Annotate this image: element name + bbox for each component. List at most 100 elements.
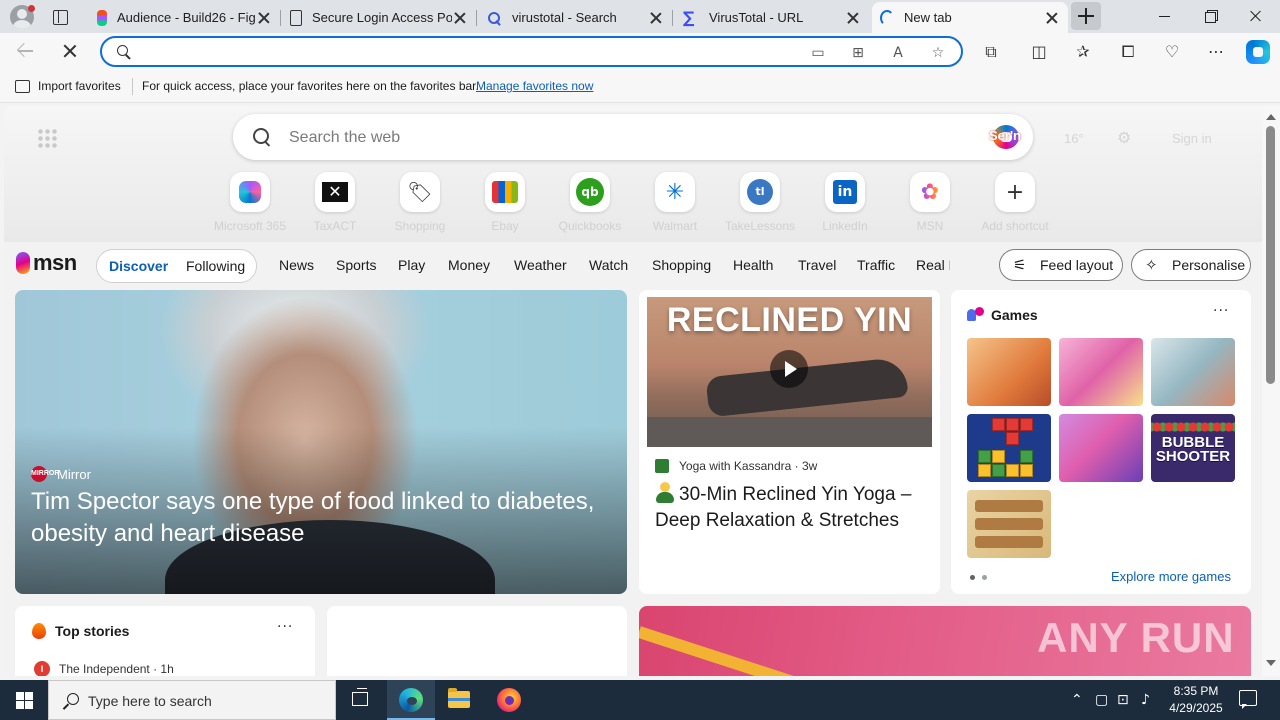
msn-logo[interactable]: msn [16,250,77,276]
feed-layout-button[interactable]: ⚟ Feed layout [999,249,1123,281]
favorite-star-icon[interactable]: ☆ [929,44,947,62]
tab-virustotal-url[interactable]: ∑ VirusTotal - URL [675,2,869,33]
shortcut-quickbooks[interactable]: qb Quickbooks [550,172,630,233]
shortcut-msn[interactable]: ✿ MSN [890,172,970,233]
article-title[interactable]: Tim Spector says one type of food linked… [31,486,621,550]
extensions-icon[interactable]: ⧉ [981,42,1001,62]
weather-temp[interactable]: 16° [1064,131,1084,146]
tab-following[interactable]: Following [186,258,245,274]
nav-news[interactable]: News [279,257,314,273]
nav-play[interactable]: Play [398,257,425,273]
tab-new-tab[interactable]: New tab [872,2,1068,33]
game-tile[interactable] [1059,338,1143,406]
close-tab-icon[interactable] [845,10,861,26]
tab-discover[interactable]: Discover [109,258,168,274]
nav-shopping[interactable]: Shopping [652,257,711,273]
video-article-card[interactable]: RECLINED YIN Yoga with Kassandra · 3w 30… [639,290,940,594]
explore-more-games-link[interactable]: Explore more games [1111,569,1231,584]
network-icon[interactable]: ⊡ [1117,691,1129,709]
nav-weather[interactable]: Weather [514,257,567,273]
tab-secure-login[interactable]: Secure Login Access Port [282,2,477,33]
nav-sports[interactable]: Sports [336,257,376,273]
notifications-icon[interactable] [1239,690,1257,709]
stop-loading-button[interactable] [60,42,80,62]
address-input[interactable] [138,42,798,62]
add-shortcut-button[interactable]: + Add shortcut [975,172,1055,233]
split-screen-icon[interactable]: ◫ [1029,42,1049,62]
game-tile[interactable] [967,414,1051,482]
web-search-input[interactable] [289,127,929,149]
device-icon[interactable]: ▢ [1095,691,1108,709]
restore-button[interactable] [1187,0,1233,32]
article-title[interactable]: 30-Min Reclined Yin Yoga – Deep Relaxati… [655,482,930,534]
taskbar-edge[interactable] [387,680,435,720]
close-tab-icon[interactable] [452,10,468,26]
hero-article-card[interactable]: MIRROR Mirror Tim Spector says one type … [15,290,627,594]
taskbar-search-box[interactable]: Type here to search [48,680,336,720]
image-article-card[interactable]: ANY RUN [639,606,1251,676]
import-favorites-icon[interactable] [15,80,30,93]
nav-real-estate[interactable]: Real E [916,257,950,273]
device-cast-icon[interactable]: ▭ [809,44,827,62]
more-options-icon[interactable]: ··· [1213,303,1229,319]
nav-money[interactable]: Money [448,257,490,273]
tab-virustotal-search[interactable]: virustotal - Search [478,2,673,33]
loading-icon [880,9,894,26]
more-options-icon[interactable]: ··· [277,619,293,635]
shortcut-microsoft-365[interactable]: Microsoft 365 [210,172,290,233]
collections-icon[interactable]: ⧠ [1118,42,1138,62]
taskbar-file-explorer[interactable] [435,680,483,720]
game-tile[interactable] [1151,338,1235,406]
tab-figma[interactable]: Audience - Build26 - Fig [86,2,281,33]
close-tab-icon[interactable] [648,10,664,26]
close-tab-icon[interactable] [256,10,272,26]
nav-traffic[interactable]: Traffic [857,257,895,273]
shortcut-takelessons[interactable]: tl TakeLessons [720,172,800,233]
game-tile[interactable] [967,490,1051,558]
page-scrollbar[interactable] [1262,106,1280,676]
nav-health[interactable]: Health [733,257,773,273]
system-clock[interactable]: 8:35 PM 4/29/2025 [1160,683,1232,717]
scroll-up-icon[interactable] [1266,114,1276,120]
new-tab-button[interactable] [1071,2,1101,30]
shortcut-linkedin[interactable]: in LinkedIn [805,172,885,233]
shortcut-walmart[interactable]: ✳ Walmart [635,172,715,233]
nav-watch[interactable]: Watch [589,257,628,273]
apps-grid-icon[interactable]: ⊞ [849,44,867,62]
personalise-button[interactable]: ✧ Personalise [1131,249,1251,281]
close-tab-icon[interactable] [1044,10,1060,26]
back-button[interactable] [14,41,38,61]
minimize-button[interactable] [1141,0,1187,32]
browser-essentials-icon[interactable]: ♡ [1162,42,1182,62]
sign-in-button[interactable]: Sign in [1172,131,1212,146]
scroll-thumb[interactable] [1266,126,1275,384]
task-view-button[interactable] [336,680,384,720]
import-favorites-button[interactable]: Import favorites [38,79,121,93]
game-tile[interactable]: BUBBLE SHOOTER [1151,414,1235,482]
video-thumbnail[interactable]: RECLINED YIN [647,297,932,447]
scroll-down-icon[interactable] [1266,660,1276,666]
game-tile[interactable] [967,338,1051,406]
close-window-button[interactable] [1233,0,1279,32]
shortcut-ebay[interactable]: Ebay [465,172,545,233]
settings-more-icon[interactable]: ⋯ [1206,42,1226,62]
start-button[interactable] [0,680,48,720]
game-tile[interactable] [1059,414,1143,482]
copilot-icon[interactable] [1246,40,1270,64]
volume-icon[interactable]: ♪ [1141,691,1150,709]
tab-actions-icon[interactable] [48,6,72,28]
nav-travel[interactable]: Travel [798,257,836,273]
show-hidden-icons[interactable]: ⌃ [1071,691,1083,709]
shortcut-taxact[interactable]: ✕ TaxACT [295,172,375,233]
taskbar-firefox[interactable] [485,680,533,720]
msn-nav-bar: msn Discover Following News Sports Play … [4,242,1262,290]
shortcut-shopping[interactable]: 🏷 Shopping [380,172,460,233]
settings-gear-icon[interactable]: ⚙ [1117,128,1131,147]
play-icon[interactable] [770,350,808,388]
read-aloud-icon[interactable]: A [889,44,907,62]
web-search-box[interactable]: Ser'n [233,114,1033,160]
app-launcher-icon[interactable] [37,128,57,148]
favorites-icon[interactable]: ✰ [1073,42,1093,62]
manage-favorites-link[interactable]: Manage favorites now [476,79,593,93]
address-bar[interactable]: ▭ ⊞ A ☆ [100,36,963,67]
